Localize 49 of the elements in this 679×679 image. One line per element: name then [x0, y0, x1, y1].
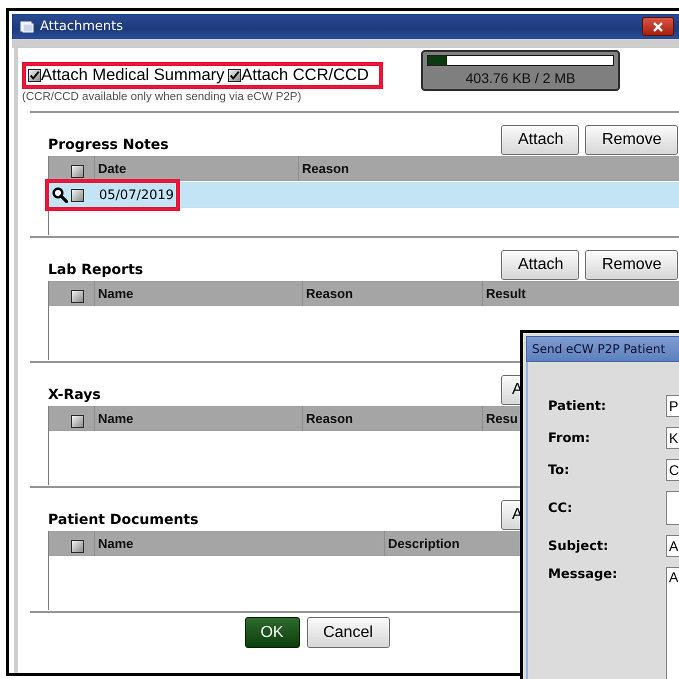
input-field[interactable]: P — [666, 395, 679, 417]
section-button[interactable]: Remove — [585, 250, 678, 280]
checkbox[interactable] — [71, 415, 84, 428]
checkbox[interactable] — [71, 165, 84, 178]
column-header: Name — [95, 531, 385, 556]
field-label: Subject: — [548, 538, 610, 554]
window-icon — [20, 20, 34, 33]
section-button[interactable]: Remove — [585, 125, 678, 155]
field-label: From: — [548, 430, 592, 446]
column-header: Description — [387, 535, 461, 553]
section-heading: Progress Notes — [48, 137, 170, 155]
field-label: Patient: — [548, 398, 608, 414]
message-field[interactable]: A — [666, 567, 679, 679]
column-header: Result — [485, 285, 527, 303]
checkbox[interactable] — [228, 69, 242, 82]
field-label: CC: — [548, 500, 574, 516]
option-checkbox[interactable]: Attach CCR/CCD — [228, 66, 369, 85]
column-header: Reason — [301, 160, 350, 178]
checkbox[interactable] — [28, 69, 41, 82]
table-cell-text: 05/07/2019 — [98, 188, 174, 202]
section-heading: X-Rays — [48, 387, 102, 405]
column-header: Name — [95, 406, 303, 431]
checkbox[interactable] — [71, 540, 84, 553]
section-button[interactable]: Attach — [501, 250, 579, 280]
note-text: (CCR/CCD available only when sending via eCW P2P) — [22, 91, 302, 103]
checkbox[interactable] — [71, 188, 84, 202]
search-icon[interactable] — [52, 187, 68, 203]
storage-reading: 403.76 KB / 2 MB — [466, 70, 576, 86]
input-field[interactable]: K — [666, 427, 679, 449]
close-icon — [652, 22, 664, 32]
column-header: Name — [95, 281, 303, 306]
ok-button[interactable]: OK — [244, 617, 300, 648]
field-label: Message: — [548, 567, 618, 582]
close-button[interactable] — [642, 17, 674, 36]
column-header: Reason — [303, 406, 483, 431]
input-field[interactable]: C — [666, 459, 679, 481]
field-label: To: — [548, 462, 570, 478]
section-heading: Patient Documents — [48, 512, 200, 530]
column-header: Reason — [303, 281, 483, 306]
section-button[interactable]: Attach — [501, 125, 579, 155]
cancel-button[interactable]: Cancel — [306, 617, 390, 648]
column-header: Resu — [485, 410, 519, 428]
option-checkbox[interactable]: Attach Medical Summary — [28, 66, 224, 85]
input-field[interactable]: A — [666, 535, 679, 557]
section-heading: Lab Reports — [48, 262, 144, 280]
checkbox[interactable] — [71, 290, 84, 303]
dialog-title: Send eCW P2P Patient — [526, 336, 679, 362]
column-header: Date — [95, 156, 299, 181]
window-title: Attachments — [40, 19, 124, 34]
